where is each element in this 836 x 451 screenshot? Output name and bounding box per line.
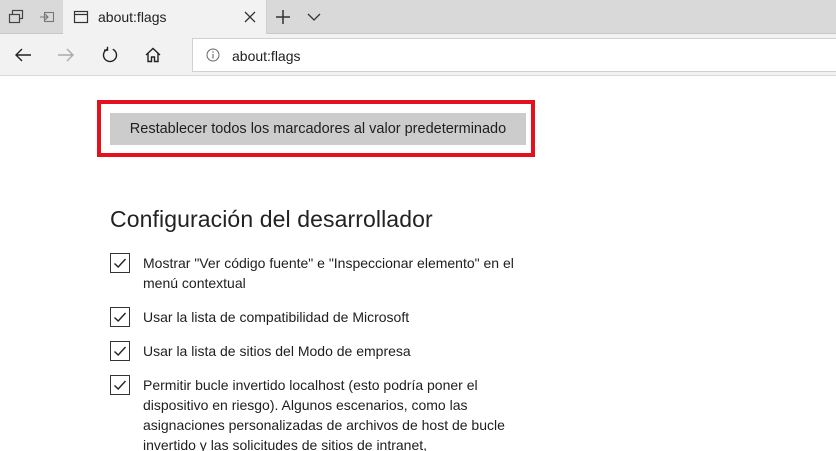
info-icon[interactable] — [206, 48, 220, 62]
section-title: Configuración del desarrollador — [110, 206, 433, 232]
forward-arrow-icon[interactable] — [54, 43, 78, 67]
reset-flags-button[interactable]: Restablecer todos los marcadores al valo… — [110, 113, 526, 145]
chevron-down-icon[interactable] — [303, 6, 325, 28]
address-bar[interactable]: about:flags — [192, 38, 836, 72]
home-icon[interactable] — [141, 43, 165, 67]
tab-about-flags[interactable]: about:flags — [63, 0, 267, 34]
tab-title: about:flags — [98, 9, 167, 25]
refresh-icon[interactable] — [98, 43, 122, 67]
checkbox[interactable] — [110, 307, 130, 327]
option-label: Mostrar "Ver código fuente" e "Inspeccio… — [143, 255, 514, 291]
plus-icon[interactable] — [272, 6, 294, 28]
page-content: Restablecer todos los marcadores al valo… — [0, 77, 836, 451]
checkbox[interactable] — [110, 375, 130, 395]
option-label: Permitir bucle invertido localhost (esto… — [143, 377, 505, 451]
close-icon[interactable] — [241, 8, 259, 26]
set-aside-tabs-icon[interactable] — [36, 6, 58, 28]
tab-bar: about:flags — [0, 0, 836, 34]
page-icon — [73, 9, 89, 25]
address-url[interactable]: about:flags — [232, 48, 301, 64]
back-arrow-icon[interactable] — [11, 43, 35, 67]
option-label: Usar la lista de compatibilidad de Micro… — [143, 309, 410, 325]
option-label: Usar la lista de sitios del Modo de empr… — [143, 343, 411, 359]
tabs-icon[interactable] — [5, 6, 27, 28]
checkbox[interactable] — [110, 341, 130, 361]
navigation-bar: about:flags — [0, 34, 836, 76]
checkbox[interactable] — [110, 253, 130, 273]
